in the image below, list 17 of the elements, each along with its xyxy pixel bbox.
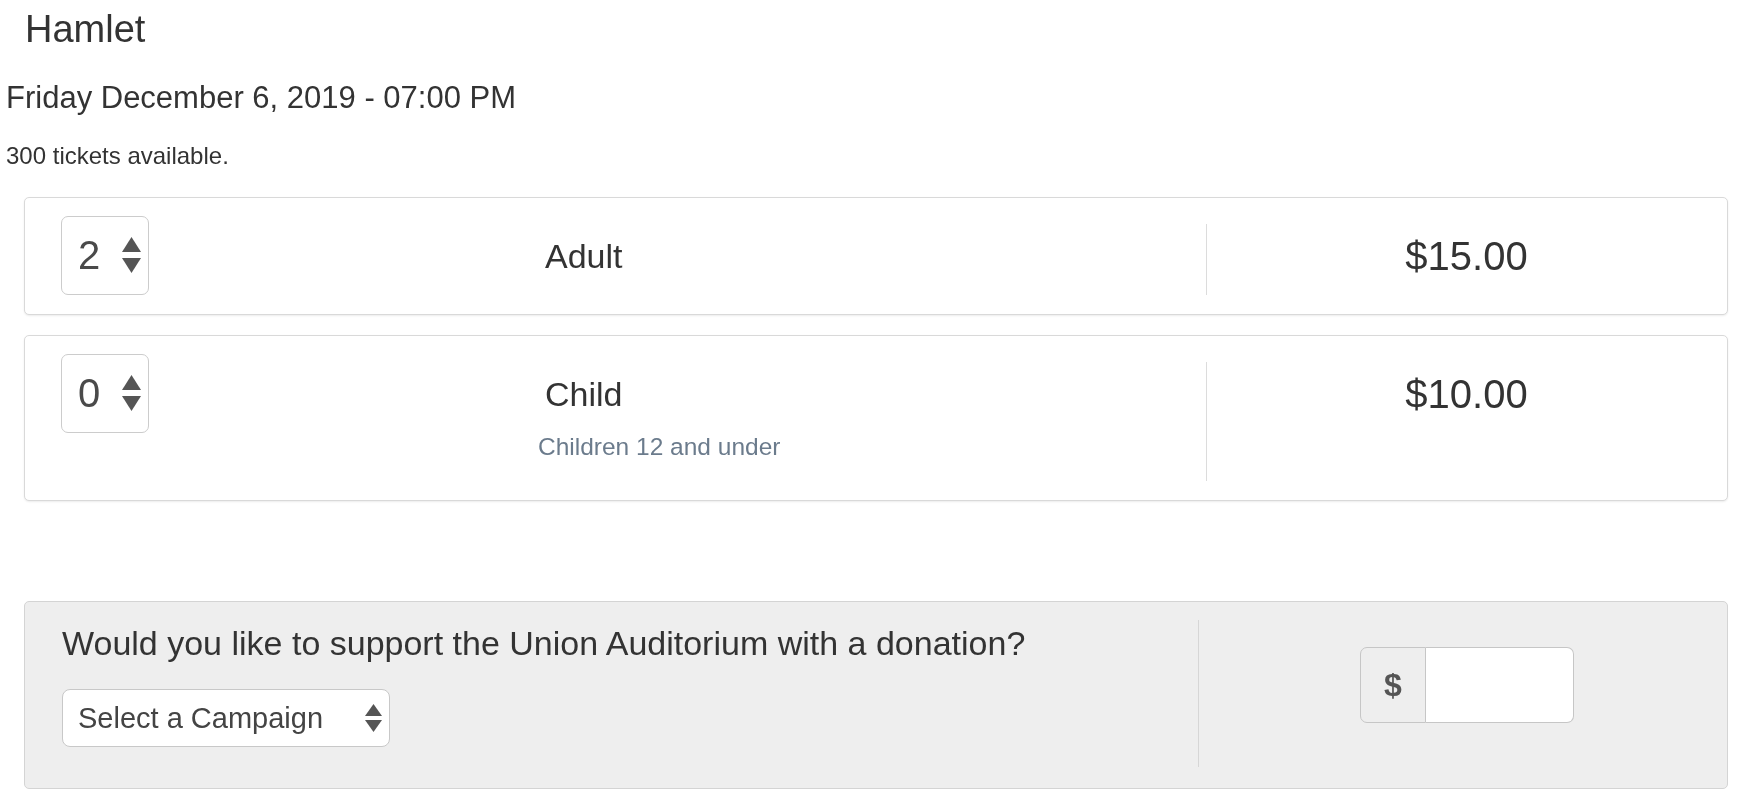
ticket-price: $15.00 <box>1405 233 1528 278</box>
up-down-triangles-icon <box>365 704 382 733</box>
event-title: Hamlet <box>25 8 147 52</box>
donation-amount-field[interactable] <box>1426 647 1574 724</box>
currency-addon: $ <box>1360 647 1426 724</box>
donation-question: Would you like to support the Union Auditorium with a donation? <box>62 624 1027 664</box>
ticket-price: $10.00 <box>1405 371 1528 416</box>
up-down-triangles-icon <box>122 237 142 274</box>
ticket-name: Child <box>544 374 624 414</box>
quantity-field[interactable]: 0 <box>61 353 149 433</box>
availability-text: 300 tickets available. <box>6 142 230 170</box>
event-datetime: Friday December 6, 2019 - 07:00 PM <box>6 79 518 116</box>
ticket-name: Adult <box>544 236 624 276</box>
campaign-select[interactable]: Select a Campaign <box>62 689 390 748</box>
ticket-description: Children 12 and under <box>538 433 782 462</box>
up-down-triangles-icon <box>122 375 142 412</box>
quantity-field[interactable]: 2 <box>61 215 149 295</box>
